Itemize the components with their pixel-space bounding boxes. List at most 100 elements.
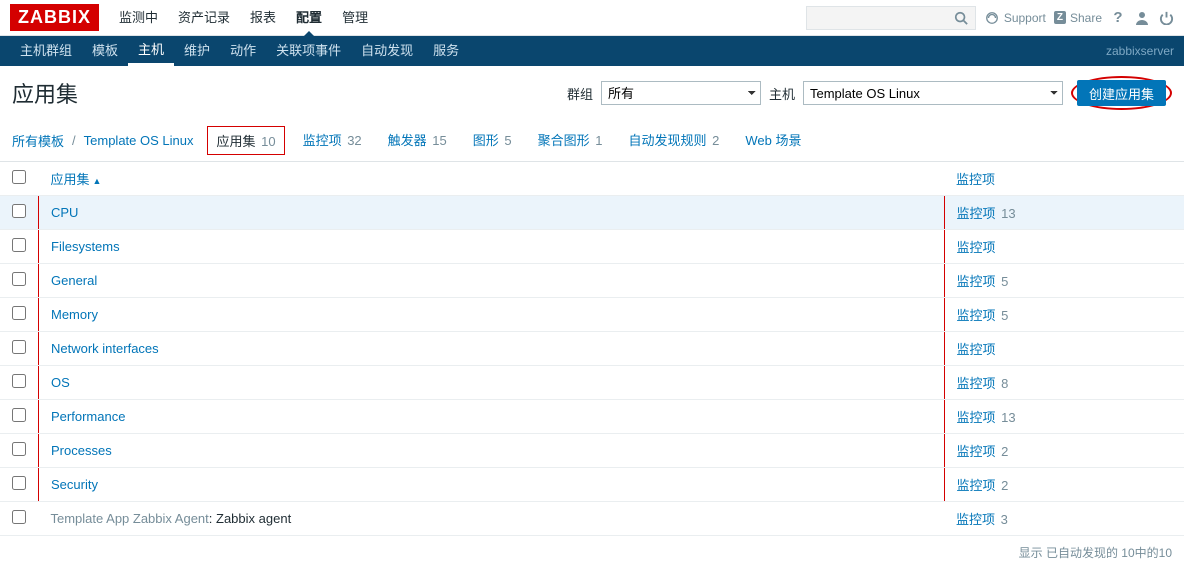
items-link[interactable]: 监控项 <box>956 512 995 527</box>
footer-info: 显示 已自动发现的 10中的10 <box>0 536 1184 569</box>
topnav-item[interactable]: 配置 <box>286 0 332 36</box>
table-row: Memory 监控项 5 <box>0 298 1184 332</box>
server-name: zabbixserver <box>1106 44 1174 58</box>
help-icon[interactable]: ? <box>1110 10 1126 26</box>
share-label: Share <box>1070 11 1102 25</box>
application-name-link[interactable]: General <box>51 273 97 288</box>
items-count: 13 <box>998 206 1016 221</box>
row-checkbox[interactable] <box>12 272 26 286</box>
create-application-button[interactable]: 创建应用集 <box>1077 80 1166 106</box>
row-checkbox[interactable] <box>12 204 26 218</box>
group-label: 群组 <box>567 84 593 103</box>
tab-item[interactable]: 聚合图形 1 <box>530 126 611 155</box>
application-name-link[interactable]: Processes <box>51 443 112 458</box>
logo[interactable]: ZABBIX <box>10 4 99 31</box>
table-row: OS 监控项 8 <box>0 366 1184 400</box>
column-name[interactable]: 应用集▲ <box>39 162 945 196</box>
host-select[interactable]: Template OS Linux <box>803 81 1063 105</box>
tab-item[interactable]: 监控项 32 <box>295 126 370 155</box>
row-checkbox[interactable] <box>12 476 26 490</box>
subnav-item[interactable]: 主机群组 <box>10 36 82 66</box>
table-row: Template App Zabbix Agent: Zabbix agent监… <box>0 502 1184 536</box>
application-name: Zabbix agent <box>216 511 291 526</box>
table-row: Performance 监控项 13 <box>0 400 1184 434</box>
host-label: 主机 <box>769 84 795 103</box>
application-name-link[interactable]: Memory <box>51 307 98 322</box>
table-row: Processes 监控项 2 <box>0 434 1184 468</box>
breadcrumb-sep: / <box>72 133 76 148</box>
items-count: 5 <box>998 308 1009 323</box>
create-highlight: 创建应用集 <box>1071 76 1172 110</box>
tab-item[interactable]: 自动发现规则 2 <box>620 126 727 155</box>
breadcrumb-template[interactable]: Template OS Linux <box>84 133 194 148</box>
select-all-checkbox[interactable] <box>12 170 26 184</box>
subnav-item[interactable]: 服务 <box>423 36 469 66</box>
tab-item[interactable]: Web 场景 <box>737 126 809 155</box>
row-checkbox[interactable] <box>12 238 26 252</box>
items-link[interactable]: 监控项 <box>957 342 996 357</box>
row-checkbox[interactable] <box>12 340 26 354</box>
application-name-link[interactable]: OS <box>51 375 70 390</box>
applications-table: 应用集▲ 监控项 CPU 监控项 13 Filesystems 监控项 General 监… <box>0 162 1184 536</box>
topnav-item[interactable]: 资产记录 <box>168 0 240 36</box>
table-row: General 监控项 5 <box>0 264 1184 298</box>
items-count: 2 <box>998 444 1009 459</box>
row-checkbox[interactable] <box>12 306 26 320</box>
top-nav: 监测中资产记录报表配置管理 <box>109 0 378 36</box>
topnav-item[interactable]: 管理 <box>332 0 378 36</box>
topnav-item[interactable]: 监测中 <box>109 0 168 36</box>
items-link[interactable]: 监控项 <box>957 240 996 255</box>
subnav-item[interactable]: 模板 <box>82 36 128 66</box>
filters: 群组 所有 主机 Template OS Linux 创建应用集 <box>567 76 1172 110</box>
application-name-link[interactable]: Performance <box>51 409 125 424</box>
subnav-item[interactable]: 自动发现 <box>351 36 423 66</box>
application-name-link[interactable]: Security <box>51 477 98 492</box>
tab-item[interactable]: 图形 5 <box>465 126 520 155</box>
items-link[interactable]: 监控项 <box>957 206 996 221</box>
items-link[interactable]: 监控项 <box>957 410 996 425</box>
items-link[interactable]: 监控项 <box>957 274 996 289</box>
row-checkbox[interactable] <box>12 374 26 388</box>
tab-item[interactable]: 触发器 15 <box>380 126 455 155</box>
items-link[interactable]: 监控项 <box>957 444 996 459</box>
table-row: Security 监控项 2 <box>0 468 1184 502</box>
group-select[interactable]: 所有 <box>601 81 761 105</box>
items-link[interactable]: 监控项 <box>957 376 996 391</box>
breadcrumb-tabs: 所有模板 / Template OS Linux 应用集 10 监控项 32 触发器… <box>0 120 1184 162</box>
page-title: 应用集 <box>12 77 78 109</box>
sub-nav: 主机群组模板主机维护动作关联项事件自动发现服务 zabbixserver <box>0 36 1184 66</box>
breadcrumb-root[interactable]: 所有模板 <box>12 131 64 150</box>
share-link[interactable]: Z Share <box>1054 11 1102 25</box>
subnav-item[interactable]: 关联项事件 <box>266 36 351 66</box>
search-input[interactable] <box>806 6 976 30</box>
sort-asc-icon: ▲ <box>93 176 102 186</box>
top-bar: ZABBIX 监测中资产记录报表配置管理 Support Z Share ? <box>0 0 1184 36</box>
items-count: 13 <box>998 410 1016 425</box>
table-row: Network interfaces 监控项 <box>0 332 1184 366</box>
row-checkbox[interactable] <box>12 442 26 456</box>
application-name-link[interactable]: Network interfaces <box>51 341 159 356</box>
items-link[interactable]: 监控项 <box>957 308 996 323</box>
subnav-item[interactable]: 维护 <box>174 36 220 66</box>
row-checkbox[interactable] <box>12 408 26 422</box>
subnav-item[interactable]: 主机 <box>128 36 174 66</box>
share-icon: Z <box>1054 11 1066 24</box>
user-icon[interactable] <box>1134 10 1150 26</box>
application-name-link[interactable]: Filesystems <box>51 239 120 254</box>
items-count: 8 <box>998 376 1009 391</box>
tab-item[interactable]: 应用集 10 <box>207 126 284 155</box>
search-icon <box>953 10 969 26</box>
items-count: 3 <box>997 512 1008 527</box>
subnav-item[interactable]: 动作 <box>220 36 266 66</box>
topnav-item[interactable]: 报表 <box>240 0 286 36</box>
items-count: 5 <box>998 274 1009 289</box>
column-items: 监控项 <box>944 162 1184 196</box>
top-right: Support Z Share ? <box>806 6 1174 30</box>
support-label: Support <box>1004 11 1046 25</box>
support-link[interactable]: Support <box>984 10 1046 26</box>
application-name-link[interactable]: CPU <box>51 205 78 220</box>
row-checkbox[interactable] <box>12 510 26 524</box>
items-link[interactable]: 监控项 <box>957 478 996 493</box>
items-count: 2 <box>998 478 1009 493</box>
power-icon[interactable] <box>1158 10 1174 26</box>
